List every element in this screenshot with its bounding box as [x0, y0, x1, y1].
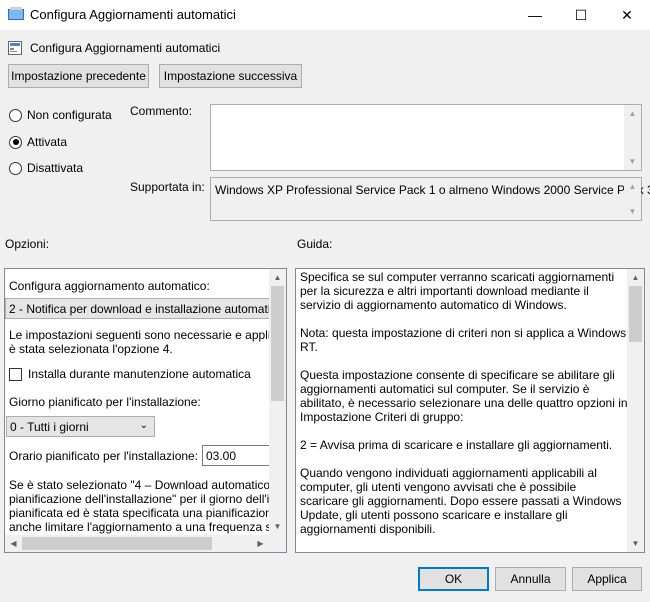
maximize-icon: ☐: [574, 6, 588, 23]
scroll-up-icon[interactable]: ▲: [624, 178, 641, 195]
cancel-button[interactable]: Annulla: [495, 567, 566, 591]
scroll-down-icon[interactable]: ▼: [627, 535, 644, 552]
scroll-down-icon[interactable]: ▼: [624, 153, 641, 170]
time-input[interactable]: 03.00: [202, 445, 270, 466]
policy-header: Configura Aggiornamenti automatici: [8, 40, 220, 56]
hscroll-thumb[interactable]: [22, 537, 212, 550]
day-dropdown[interactable]: 0 - Tutti i giorni ⌄: [6, 416, 155, 437]
info-text: Le impostazioni seguenti sono necessarie…: [9, 328, 286, 356]
radio-label: Non configurata: [27, 108, 112, 122]
maintenance-checkbox[interactable]: Installa durante manutenzione automatica: [9, 367, 251, 381]
scroll-left-icon[interactable]: ◀: [5, 535, 22, 552]
next-setting-button[interactable]: Impostazione successiva: [159, 64, 302, 88]
time-value: 03.00: [206, 448, 237, 463]
options-hscrollbar[interactable]: ◀ ▶: [5, 535, 269, 552]
radio-enabled[interactable]: Attivata: [9, 135, 67, 149]
scroll-down-icon[interactable]: ▼: [624, 203, 641, 220]
radio-circle-checked: [9, 135, 22, 149]
options-panel[interactable]: Configura aggiornamento automatico: 2 - …: [4, 268, 287, 553]
scroll-up-icon[interactable]: ▲: [627, 269, 644, 286]
minimize-icon: —: [528, 7, 542, 23]
radio-disabled[interactable]: Disattivata: [9, 161, 83, 175]
radio-label: Disattivata: [27, 161, 84, 175]
options-label: Opzioni:: [5, 237, 50, 251]
configure-dropdown[interactable]: 2 - Notifica per download e installazion…: [5, 298, 271, 319]
supported-label: Supportata in:: [130, 180, 205, 194]
comment-textbox[interactable]: ▲ ▼: [210, 104, 642, 171]
supported-textbox: Windows XP Professional Service Pack 1 o…: [210, 177, 650, 221]
radio-not-configured[interactable]: Non configurata: [9, 108, 112, 122]
comment-label: Commento:: [130, 104, 193, 118]
scroll-thumb[interactable]: [629, 286, 642, 342]
options-vscrollbar[interactable]: ▲ ▼: [269, 269, 286, 535]
close-button[interactable]: ✕: [604, 0, 650, 30]
guide-text: Specifica se sul computer verranno scari…: [300, 270, 628, 552]
maintenance-label: Installa durante manutenzione automatica: [28, 367, 251, 381]
day-label: Giorno pianificato per l'installazione:: [9, 395, 201, 409]
day-value: 0 - Tutti i giorni: [10, 419, 89, 434]
policy-name: Configura Aggiornamenti automatici: [30, 41, 221, 55]
radio-label: Attivata: [27, 135, 68, 149]
policy-window-icon: [8, 7, 24, 20]
configure-value: 2 - Notifica per download e installazion…: [9, 301, 271, 316]
close-icon: ✕: [621, 6, 633, 23]
minimize-button[interactable]: —: [512, 0, 558, 30]
radio-circle: [9, 108, 22, 122]
scroll-up-icon[interactable]: ▲: [624, 105, 641, 122]
maximize-button[interactable]: ☐: [558, 0, 604, 30]
apply-button[interactable]: Applica: [572, 567, 642, 591]
configure-label: Configura aggiornamento automatico:: [9, 279, 210, 293]
bottom-info-text: Se è stato selezionato "4 – Download aut…: [9, 478, 286, 534]
scroll-right-icon[interactable]: ▶: [252, 535, 269, 552]
radio-circle: [9, 161, 22, 175]
scroll-thumb[interactable]: [271, 286, 284, 401]
scroll-up-icon[interactable]: ▲: [269, 269, 286, 286]
comment-scrollbar[interactable]: ▲ ▼: [624, 105, 641, 170]
previous-setting-button[interactable]: Impostazione precedente: [8, 64, 149, 88]
window-title: Configura Aggiornamenti automatici: [30, 7, 236, 22]
time-label: Orario pianificato per l'installazione:: [9, 449, 199, 463]
supported-scrollbar[interactable]: ▲ ▼: [624, 178, 641, 220]
guide-scrollbar[interactable]: ▲ ▼: [627, 269, 644, 552]
title-bar: Configura Aggiornamenti automatici — ☐ ✕: [0, 0, 650, 30]
chevron-down-icon: ⌄: [139, 420, 148, 431]
policy-setting-icon: [8, 41, 22, 55]
checkbox-box: [9, 367, 22, 381]
scroll-corner: [269, 535, 286, 552]
scroll-down-icon[interactable]: ▼: [269, 518, 286, 535]
ok-button[interactable]: OK: [418, 567, 489, 591]
supported-value: Windows XP Professional Service Pack 1 o…: [215, 183, 650, 197]
guide-panel[interactable]: Specifica se sul computer verranno scari…: [295, 268, 645, 553]
guide-label: Guida:: [297, 237, 333, 251]
